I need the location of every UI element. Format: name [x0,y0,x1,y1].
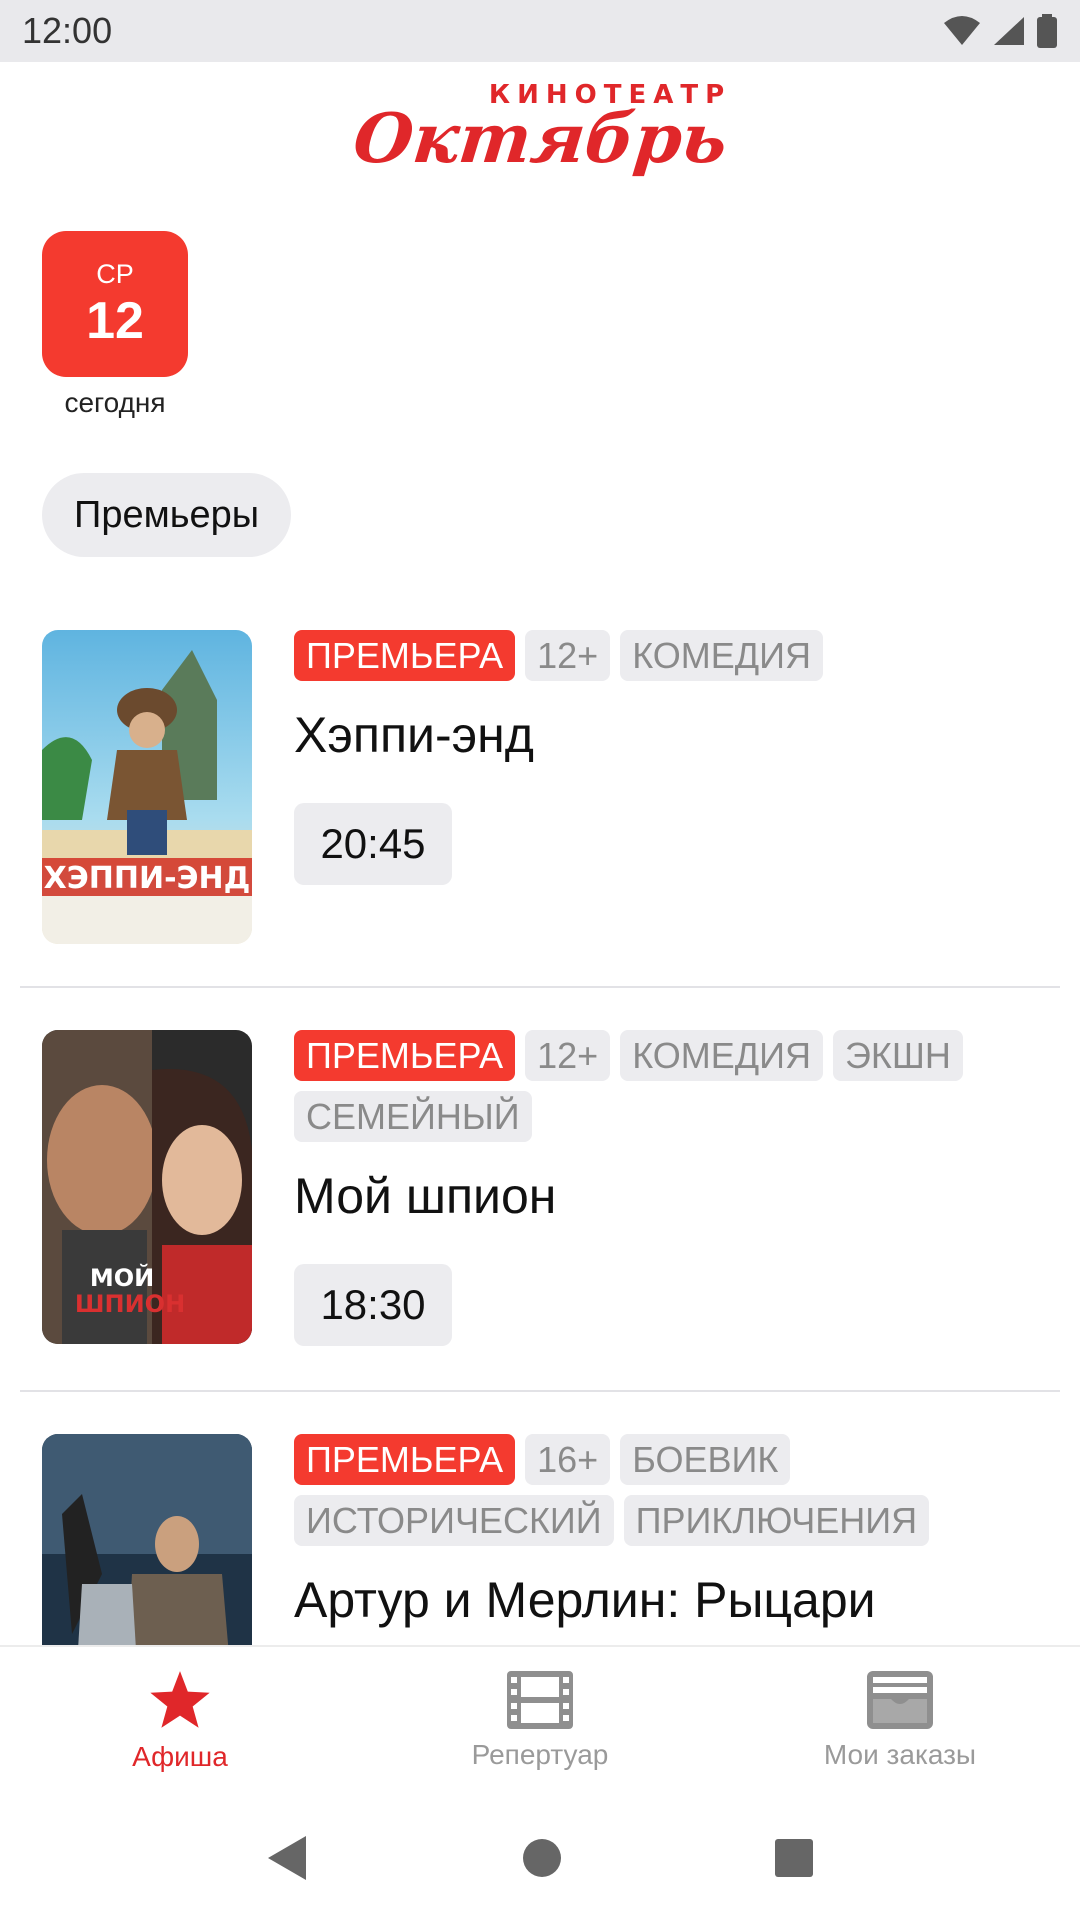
movie-tags: ПРЕМЬЕРА 16+ БОЕВИК ИСТОРИЧЕСКИЙ ПРИКЛЮЧ… [294,1434,1014,1546]
svg-text:ШПИОН: ШПИОН [75,1290,185,1318]
battery-icon [1037,14,1057,48]
recents-icon[interactable] [774,1838,814,1878]
logo-title: Октябрь [349,99,731,179]
app-screen: 12:00 КИНОТЕАТР Октябрь СР 12 сегодня Пр… [0,0,1080,1920]
svg-text:ХЭППИ-ЭНД: ХЭППИ-ЭНД [44,861,251,896]
tag-genre: ЭКШН [833,1030,963,1081]
nav-tab-repertoire[interactable]: Репертуар [360,1647,720,1795]
tag-age-rating: 16+ [525,1434,611,1485]
showtime-button[interactable]: 20:45 [294,803,452,885]
nav-label: Репертуар [471,1739,609,1770]
nav-label: Мои заказы [823,1739,977,1770]
tag-premiere: ПРЕМЬЕРА [294,1030,516,1081]
showtime-button[interactable]: 18:30 [294,1264,452,1346]
status-bar: 12:00 [0,0,1080,62]
movie-poster[interactable]: ХЭППИ-ЭНД [42,630,252,944]
movie-poster[interactable] [42,1434,252,1645]
tag-genre: БОЕВИК [620,1434,791,1485]
status-icons [942,14,1058,48]
nav-label: Афиша [132,1741,228,1772]
tag-genre: КОМЕДИЯ [620,630,824,681]
system-navigation-bar [0,1795,1080,1920]
cinema-logo: КИНОТЕАТР Октябрь [0,62,1080,192]
tag-genre: КОМЕДИЯ [620,1030,824,1081]
movie-title[interactable]: Артур и Мерлин: Рыцари [294,1570,1040,1630]
signal-icon [994,17,1024,45]
date-label: сегодня [64,387,166,418]
bottom-navigation: Афиша Репертуар Мои заказы [0,1645,1080,1795]
movie-item[interactable]: МОЙ ШПИОН ПРЕМЬЕРА 12+ КОМЕДИЯ ЭКШН СЕМЕ… [0,1030,1080,1360]
tag-age-rating: 12+ [525,630,611,681]
status-time: 12:00 [22,10,113,51]
movie-info: ПРЕМЬЕРА 16+ БОЕВИК ИСТОРИЧЕСКИЙ ПРИКЛЮЧ… [294,1434,1040,1630]
movie-info: ПРЕМЬЕРА 12+ КОМЕДИЯ ЭКШН СЕМЕЙНЫЙ Мой ш… [294,1030,1040,1346]
back-icon[interactable] [266,1834,310,1882]
movie-info: ПРЕМЬЕРА 12+ КОМЕДИЯ Хэппи-энд 20:45 [294,630,1040,885]
ticket-box-icon [867,1671,933,1729]
tag-age-rating: 12+ [525,1030,611,1081]
divider [20,1390,1060,1392]
wifi-icon [944,16,980,45]
nav-tab-my-orders[interactable]: Мои заказы [720,1647,1080,1795]
movie-poster[interactable]: МОЙ ШПИОН [42,1030,252,1344]
divider [20,986,1060,988]
tag-genre: СЕМЕЙНЫЙ [294,1091,532,1142]
movie-item[interactable]: ПРЕМЬЕРА 16+ БОЕВИК ИСТОРИЧЕСКИЙ ПРИКЛЮЧ… [0,1434,1080,1645]
movie-title[interactable]: Хэппи-энд [294,705,1040,765]
movie-tags: ПРЕМЬЕРА 12+ КОМЕДИЯ [294,630,1014,681]
tag-premiere: ПРЕМЬЕРА [294,1434,516,1485]
home-icon[interactable] [521,1837,563,1879]
date-card[interactable]: СР 12 [42,231,188,377]
date-day-number: 12 [86,292,144,350]
svg-text:МОЙ: МОЙ [90,1263,154,1292]
tag-genre: ПРИКЛЮЧЕНИЯ [623,1495,930,1546]
film-icon [507,1671,573,1729]
date-selector-today[interactable]: СР 12 сегодня [42,231,188,419]
movie-title[interactable]: Мой шпион [294,1166,1040,1226]
filter-chip-premieres[interactable]: Премьеры [42,473,292,557]
nav-tab-afisha[interactable]: Афиша [0,1647,360,1795]
star-icon [150,1671,210,1728]
tag-premiere: ПРЕМЬЕРА [294,630,516,681]
movie-tags: ПРЕМЬЕРА 12+ КОМЕДИЯ ЭКШН СЕМЕЙНЫЙ [294,1030,1014,1142]
movie-item[interactable]: ХЭППИ-ЭНД ПРЕМЬЕРА 12+ КОМЕДИЯ Хэппи-энд… [0,630,1080,960]
date-day-of-week: СР [96,259,134,289]
tag-genre: ИСТОРИЧЕСКИЙ [294,1495,614,1546]
